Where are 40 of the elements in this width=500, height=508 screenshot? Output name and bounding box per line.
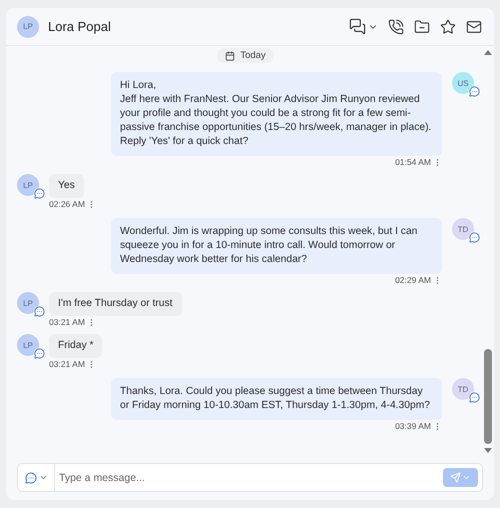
message-time: 02:26 AM — [49, 199, 85, 209]
message-field[interactable]: Type a message... — [17, 463, 483, 492]
avatar: TD — [452, 218, 474, 240]
scroll-up-icon[interactable] — [484, 50, 492, 55]
contact-name: Lora Popal — [48, 19, 112, 34]
message-bubble: Wonderful. Jim is wrapping up some consults this week, but I can squeeze you in for a 10-minute intro call. Would tomorrow or Wednesday work better for his calendar? — [111, 218, 442, 274]
avatar: LP — [17, 16, 39, 38]
star-icon[interactable] — [440, 18, 456, 34]
avatar: US — [452, 72, 474, 94]
chat-icon — [469, 86, 480, 97]
mail-icon[interactable] — [466, 18, 482, 34]
chat-icon[interactable] — [349, 18, 378, 35]
message-bubble: Yes — [49, 174, 84, 198]
phone-icon[interactable] — [388, 18, 404, 34]
date-divider: Today — [217, 48, 274, 63]
message-bubble: Friday * — [49, 334, 102, 358]
caret-icon — [462, 473, 471, 482]
message-time: 02:29 AM — [395, 275, 431, 285]
chat-icon — [34, 306, 45, 317]
scroll-down-icon[interactable] — [484, 448, 492, 453]
message-bubble: Hi Lora, Jeff here with FranNest. Our Senior Advisor Jim Runyon reviewed your profile and thought you could be a strong fit for a few semi-passive franchise opportunities (15–20 hrs/week, manager in place). Reply 'Yes' for a quick chat? — [111, 72, 442, 156]
message-bubble: I'm free Thursday or trust — [49, 292, 182, 316]
message-time: 03:39 AM — [395, 421, 431, 431]
send-icon — [450, 472, 461, 483]
folder-icon[interactable] — [414, 18, 430, 34]
avatar: LP — [17, 174, 39, 196]
avatar: LP — [17, 334, 39, 356]
avatar: LP — [17, 292, 39, 314]
message-time: 01:54 AM — [395, 157, 431, 167]
chat-icon — [469, 232, 480, 243]
chat-icon — [469, 392, 480, 403]
scrollbar-thumb[interactable] — [484, 349, 492, 444]
caret-icon — [38, 473, 48, 482]
chat-icon — [34, 188, 45, 199]
chat-icon — [34, 348, 45, 359]
chat-icon — [24, 472, 36, 484]
avatar: TD — [452, 378, 474, 400]
message-time: 03:21 AM — [49, 359, 85, 369]
message-bubble: Thanks, Lora. Could you please suggest a time between Thursday or Friday morning 10-10.30am EST, Thursday 1-1.30pm, 4-4.30pm? — [111, 378, 442, 420]
message-time: 03:21 AM — [49, 317, 85, 327]
